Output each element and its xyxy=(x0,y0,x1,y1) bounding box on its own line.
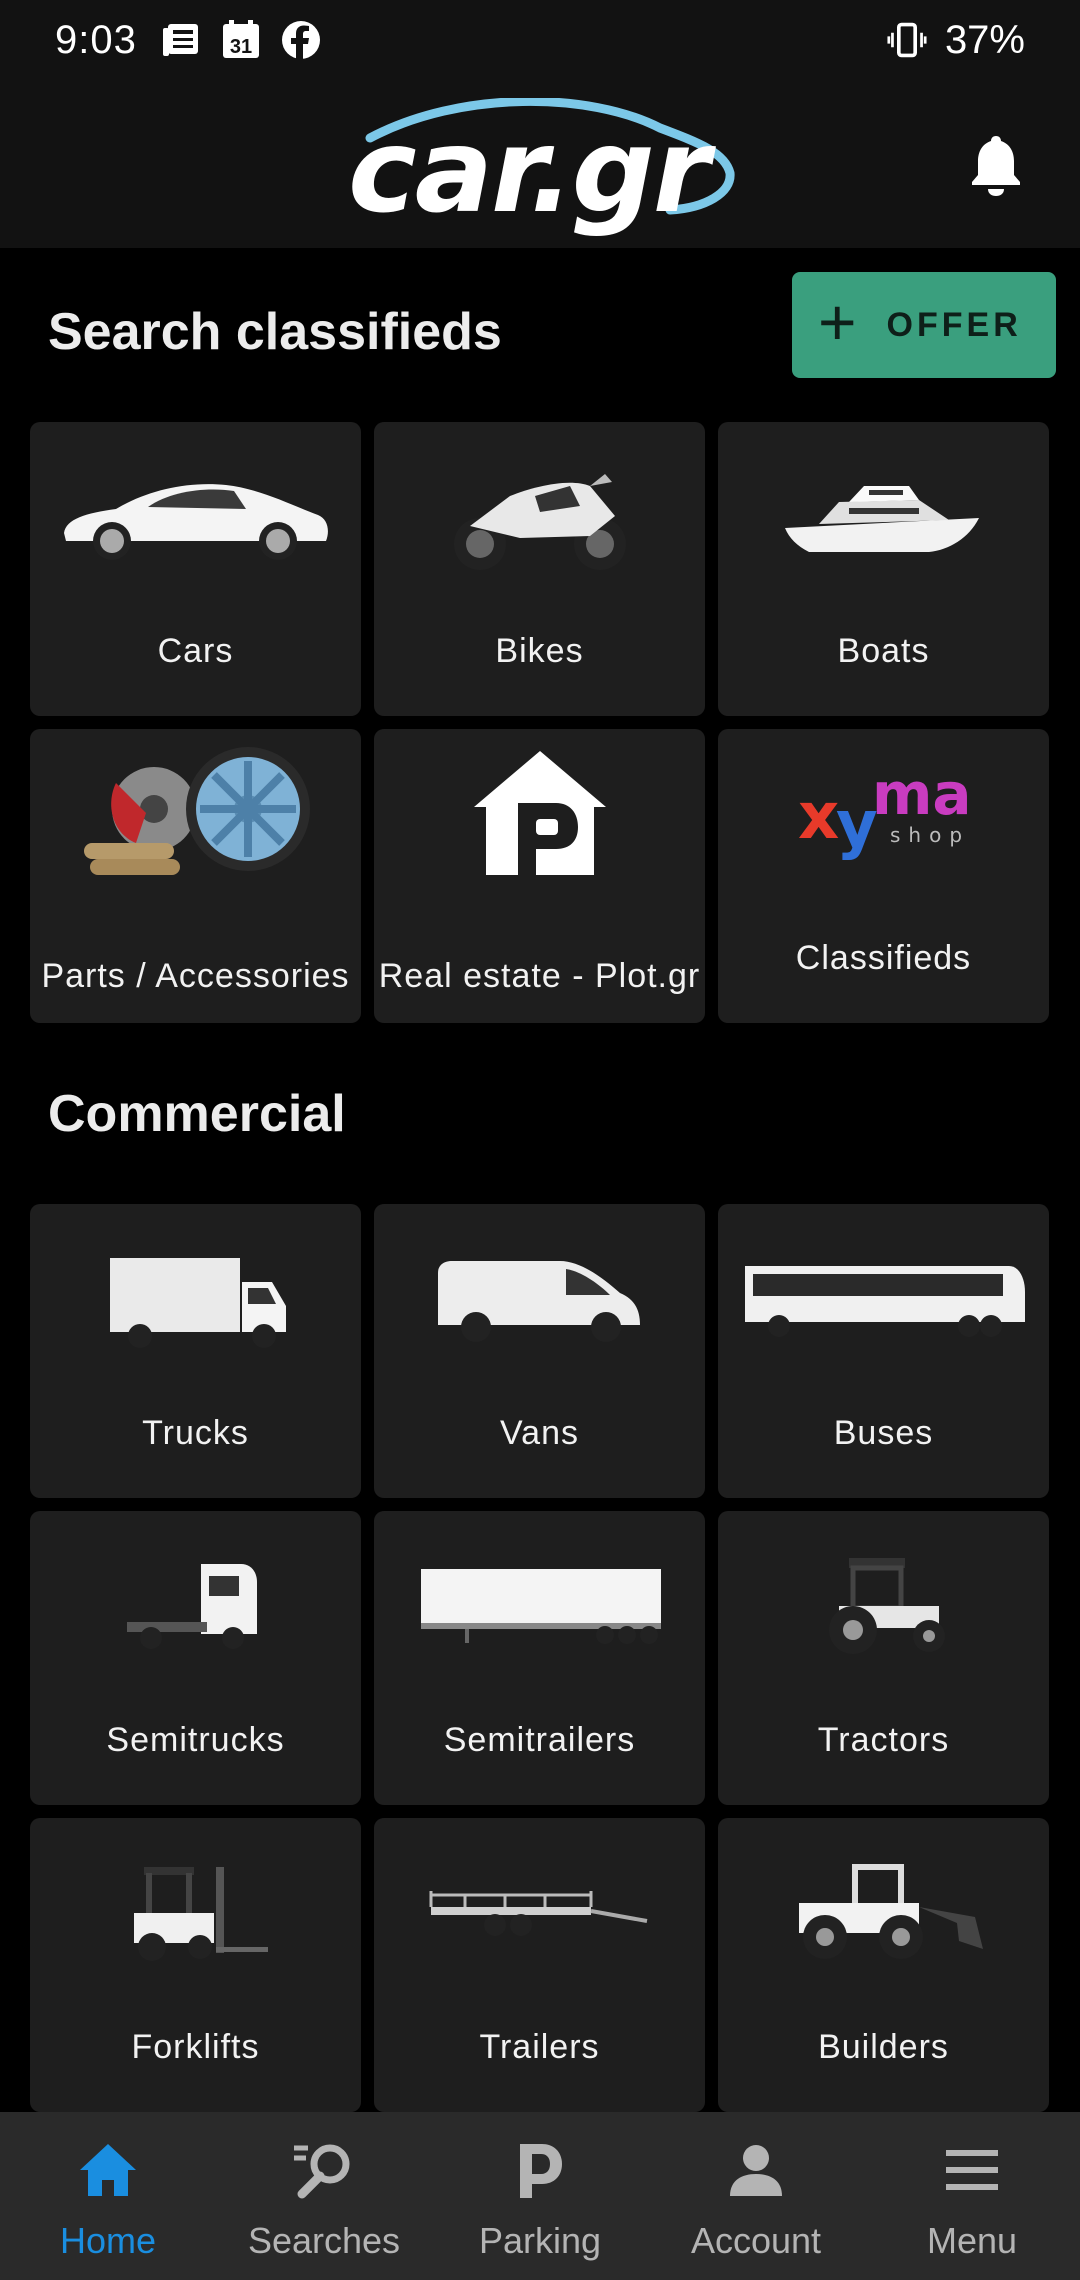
app-logo[interactable]: car.gr xyxy=(340,98,740,239)
commercial-title: Commercial xyxy=(48,1085,346,1143)
yacht-image xyxy=(718,446,1049,586)
status-time: 9:03 xyxy=(55,17,137,62)
app-bar: car.gr xyxy=(0,80,1080,248)
tile-parts-accessories[interactable]: Parts / Accessories xyxy=(30,729,361,1023)
tile-label: Forklifts xyxy=(131,2028,260,2066)
tile-label: Buses xyxy=(833,1414,934,1452)
tile-classifieds[interactable]: x y ma shop Classifieds xyxy=(718,729,1049,1023)
tile-label: Real estate - Plot.gr xyxy=(378,957,701,995)
car-image xyxy=(30,446,361,586)
nav-menu[interactable]: Menu xyxy=(864,2112,1080,2280)
tile-semitrucks[interactable]: Semitrucks xyxy=(30,1511,361,1805)
account-icon xyxy=(724,2138,788,2202)
nav-searches[interactable]: Searches xyxy=(216,2112,432,2280)
semitrailer-image xyxy=(374,1535,705,1675)
logo-ma: ma xyxy=(872,760,972,828)
battery-level: 37% xyxy=(944,17,1025,62)
calendar-icon: 31 xyxy=(221,20,261,60)
nav-label: Searches xyxy=(247,2220,401,2261)
tile-label: Cars xyxy=(157,632,234,670)
tile-label: Bikes xyxy=(495,632,584,670)
wheel-loader-image xyxy=(718,1842,1049,1982)
nav-account[interactable]: Account xyxy=(648,2112,864,2280)
bottom-navigation: Home Searches Parking Account Menu xyxy=(0,2112,1080,2280)
tile-buses[interactable]: Buses xyxy=(718,1204,1049,1498)
plot-gr-logo xyxy=(374,743,705,883)
tile-bikes[interactable]: Bikes xyxy=(374,422,705,716)
system-status: 37% xyxy=(887,18,1025,63)
xyma-shop-logo: x y ma shop xyxy=(718,743,1049,883)
tile-cars[interactable]: Cars xyxy=(30,422,361,716)
logo-x: x xyxy=(798,780,839,854)
tile-label: Boats xyxy=(837,632,930,670)
notification-icons: 31 xyxy=(161,20,321,60)
tile-real-estate[interactable]: Real estate - Plot.gr xyxy=(374,729,705,1023)
bell-icon[interactable] xyxy=(968,132,1024,196)
status-bar: 9:03 31 37% xyxy=(0,0,1080,80)
nav-label: Parking xyxy=(478,2220,602,2261)
tile-label: Trailers xyxy=(479,2028,600,2066)
tile-label: Vans xyxy=(500,1414,579,1452)
search-classifieds-title: Search classifieds xyxy=(48,303,502,361)
offer-button-label: OFFER xyxy=(886,305,1022,344)
calendar-day: 31 xyxy=(230,36,252,58)
tile-trailers[interactable]: Trailers xyxy=(374,1818,705,2112)
nav-parking[interactable]: Parking xyxy=(432,2112,648,2280)
vibrate-icon xyxy=(887,20,927,60)
tile-label: Semitrailers xyxy=(443,1721,636,1759)
tile-label: Parts / Accessories xyxy=(41,957,350,995)
van-image xyxy=(374,1228,705,1368)
tile-semitrailers[interactable]: Semitrailers xyxy=(374,1511,705,1805)
tile-label: Classifieds xyxy=(795,939,972,977)
motorbike-image xyxy=(374,446,705,586)
home-icon xyxy=(76,2138,140,2202)
offer-button[interactable]: + OFFER xyxy=(792,272,1056,378)
tile-label: Tractors xyxy=(817,1721,950,1759)
tile-label: Semitrucks xyxy=(106,1721,285,1759)
tile-forklifts[interactable]: Forklifts xyxy=(30,1818,361,2112)
tile-label: Builders xyxy=(818,2028,949,2066)
tractor-unit-image xyxy=(30,1535,361,1675)
menu-icon xyxy=(940,2138,1004,2202)
bus-image xyxy=(718,1228,1049,1368)
news-icon xyxy=(161,20,201,60)
farm-tractor-image xyxy=(718,1535,1049,1675)
tile-trucks[interactable]: Trucks xyxy=(30,1204,361,1498)
logo-shop: shop xyxy=(890,823,970,847)
box-truck-image xyxy=(30,1228,361,1368)
facebook-icon xyxy=(281,20,321,60)
tile-label: Trucks xyxy=(142,1414,249,1452)
plus-icon: + xyxy=(818,285,857,359)
logo-text: car.gr xyxy=(348,104,710,239)
nav-home[interactable]: Home xyxy=(0,2112,216,2280)
trailer-image xyxy=(374,1842,705,1982)
tile-builders[interactable]: Builders xyxy=(718,1818,1049,2112)
forklift-image xyxy=(30,1842,361,1982)
tile-tractors[interactable]: Tractors xyxy=(718,1511,1049,1805)
nav-label: Menu xyxy=(926,2220,1018,2261)
nav-label: Home xyxy=(59,2220,157,2261)
search-icon xyxy=(292,2138,356,2202)
tile-vans[interactable]: Vans xyxy=(374,1204,705,1498)
parts-image xyxy=(30,743,361,883)
tile-boats[interactable]: Boats xyxy=(718,422,1049,716)
parking-icon xyxy=(508,2138,572,2202)
nav-label: Account xyxy=(690,2220,822,2261)
